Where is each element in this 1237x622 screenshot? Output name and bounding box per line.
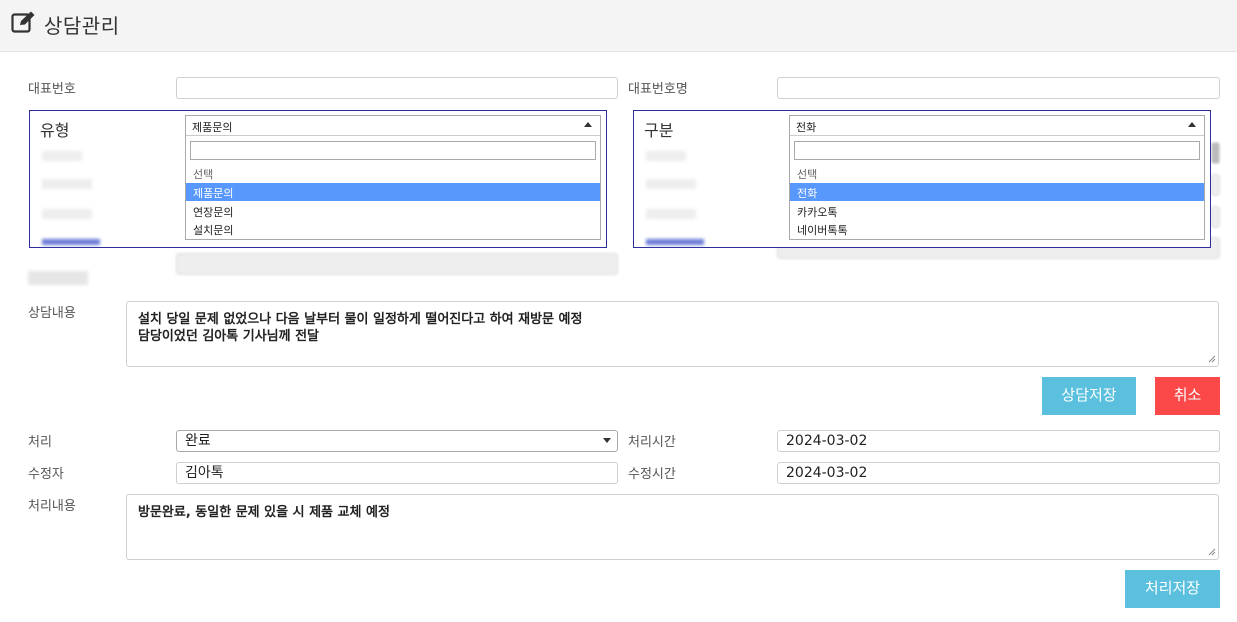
category-select-current[interactable]: 전화 — [790, 116, 1204, 136]
editor-label: 수정자 — [28, 467, 64, 482]
editor-input[interactable]: 김아톡 — [176, 462, 618, 484]
process-content-label: 처리내용 — [28, 499, 76, 514]
type-option[interactable]: 선택 — [186, 164, 600, 182]
category-option[interactable]: 카카오톡 — [790, 202, 1204, 220]
save-consult-button[interactable]: 상담저장 — [1042, 377, 1136, 415]
type-option[interactable]: 제품문의 — [186, 183, 600, 201]
process-time-label: 처리시간 — [628, 435, 676, 450]
type-option[interactable]: 설치문의 — [186, 220, 600, 238]
category-select[interactable]: 전화 선택 전화 카카오톡 네이버톡톡 — [789, 115, 1205, 240]
process-select[interactable]: 완료 — [176, 430, 618, 452]
obscured-label — [646, 239, 704, 245]
process-content-textarea[interactable]: 방문완료, 동일한 문제 있을 시 제품 교체 예정 — [126, 494, 1219, 560]
caret-up-icon — [584, 122, 592, 127]
category-option[interactable]: 전화 — [790, 183, 1204, 201]
process-time-input[interactable]: 2024-03-02 — [777, 430, 1220, 452]
obscured-label — [42, 239, 100, 245]
edit-time-label: 수정시간 — [628, 467, 676, 482]
obscured-label — [646, 151, 686, 161]
cancel-button[interactable]: 취소 — [1155, 377, 1220, 415]
consult-content-textarea[interactable]: 설치 당일 문제 없었으나 다음 날부터 물이 일정하게 떨어진다고 하여 재방… — [126, 301, 1219, 367]
save-process-button[interactable]: 처리저장 — [1125, 570, 1220, 608]
type-select-current[interactable]: 제품문의 — [186, 116, 600, 136]
obscured-label — [646, 179, 696, 189]
rep-name-label: 대표번호명 — [628, 82, 688, 97]
obscured-field-edge-2 — [1211, 206, 1220, 228]
obscured-field-edge — [1211, 174, 1220, 196]
page-title: 상담관리 — [44, 14, 120, 38]
obscured-button — [1211, 142, 1220, 164]
consult-content-label: 상담내용 — [28, 306, 76, 321]
obscured-label — [42, 209, 92, 219]
edit-time-input[interactable]: 2024-03-02 — [777, 462, 1220, 484]
type-select[interactable]: 제품문의 선택 제품문의 연장문의 설치문의 — [185, 115, 601, 240]
obscured-field — [176, 253, 618, 275]
rep-number-label: 대표번호 — [28, 82, 76, 97]
resize-grip-icon[interactable] — [1208, 355, 1216, 363]
caret-down-icon — [603, 438, 611, 443]
category-label: 구분 — [644, 121, 674, 140]
type-dropdown-panel: 유형 제품문의 선택 제품문의 연장문의 설치문의 — [29, 110, 607, 248]
obscured-label — [646, 209, 696, 219]
type-label: 유형 — [40, 121, 70, 140]
category-search-input[interactable] — [794, 141, 1200, 160]
edit-icon — [11, 11, 35, 33]
obscured-label — [28, 271, 88, 285]
category-dropdown-panel: 구분 전화 선택 전화 카카오톡 네이버톡톡 — [633, 110, 1211, 248]
category-option[interactable]: 선택 — [790, 164, 1204, 182]
type-search-input[interactable] — [190, 141, 596, 160]
process-label: 처리 — [28, 435, 52, 450]
caret-up-icon — [1188, 122, 1196, 127]
obscured-label — [42, 179, 92, 189]
rep-number-input[interactable] — [176, 77, 618, 99]
obscured-label — [42, 151, 82, 161]
type-option[interactable]: 연장문의 — [186, 202, 600, 220]
page-header: 상담관리 — [0, 0, 1237, 52]
category-option[interactable]: 네이버톡톡 — [790, 220, 1204, 238]
rep-name-input[interactable] — [777, 77, 1220, 99]
resize-grip-icon[interactable] — [1208, 548, 1216, 556]
